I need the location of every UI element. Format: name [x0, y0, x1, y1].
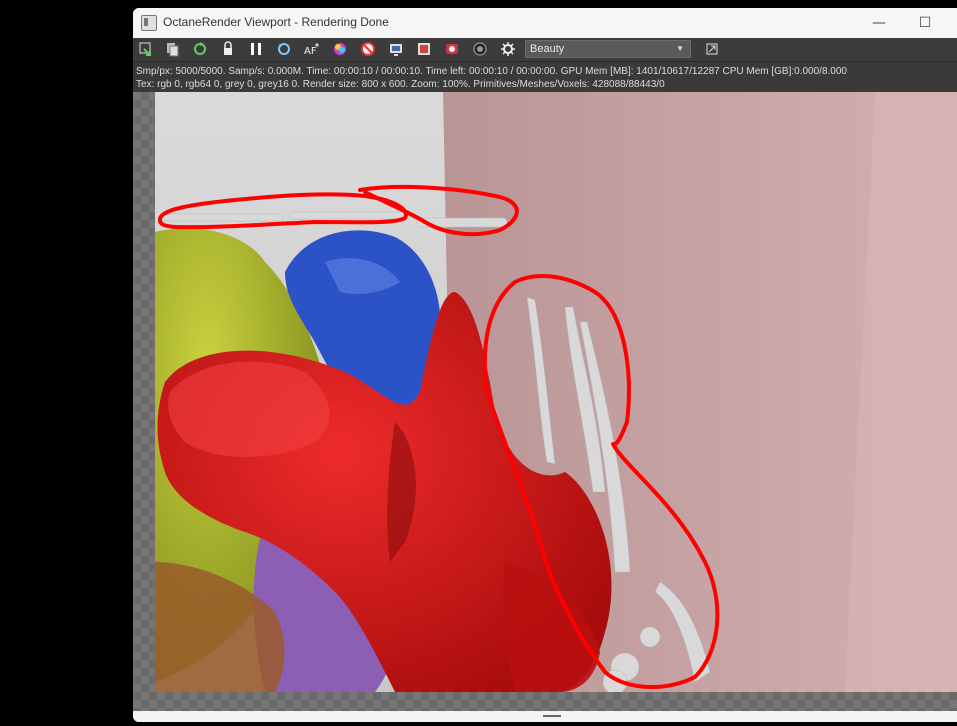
restart-render-icon[interactable] — [191, 40, 209, 58]
render-viewport[interactable] — [133, 92, 957, 711]
window-title: OctaneRender Viewport - Rendering Done — [163, 15, 389, 29]
pause-icon[interactable] — [247, 40, 265, 58]
reset-icon[interactable] — [275, 40, 293, 58]
status-strip — [133, 711, 957, 722]
stats-line-2: Tex: rgb 0, rgb64 0, grey 0, grey16 0. R… — [136, 79, 665, 90]
viewport-window: OctaneRender Viewport - Rendering Done —… — [133, 8, 957, 722]
toolbar: AF Beauty ▼ — [133, 38, 957, 62]
af-icon[interactable]: AF — [303, 40, 321, 58]
maximize-button[interactable]: ☐ — [902, 8, 948, 38]
render-pass-value: Beauty — [530, 43, 565, 55]
title-bar[interactable]: OctaneRender Viewport - Rendering Done —… — [133, 8, 957, 38]
render-image — [155, 92, 957, 692]
copy-icon[interactable] — [163, 40, 181, 58]
send-to-viewport-icon[interactable] — [137, 40, 155, 58]
clay-mode-icon[interactable] — [359, 40, 377, 58]
lock-icon[interactable] — [219, 40, 237, 58]
svg-text:AF: AF — [304, 46, 317, 57]
settings-icon[interactable] — [443, 40, 461, 58]
resize-grip-icon[interactable] — [543, 715, 561, 717]
film-region-icon[interactable] — [415, 40, 433, 58]
render-pass-dropdown[interactable]: Beauty ▼ — [525, 40, 691, 58]
stats-line-1: Smp/px: 5000/5000. Samp/s: 0.000M. Time:… — [136, 66, 847, 77]
gear-icon[interactable] — [499, 40, 517, 58]
region-render-icon[interactable] — [387, 40, 405, 58]
color-picker-icon[interactable] — [331, 40, 349, 58]
export-icon[interactable] — [703, 40, 721, 58]
render-stats: Smp/px: 5000/5000. Samp/s: 0.000M. Time:… — [133, 62, 957, 92]
camera-icon[interactable] — [471, 40, 489, 58]
minimize-button[interactable]: — — [856, 8, 902, 38]
chevron-down-icon: ▼ — [676, 44, 684, 53]
app-icon — [141, 15, 157, 31]
